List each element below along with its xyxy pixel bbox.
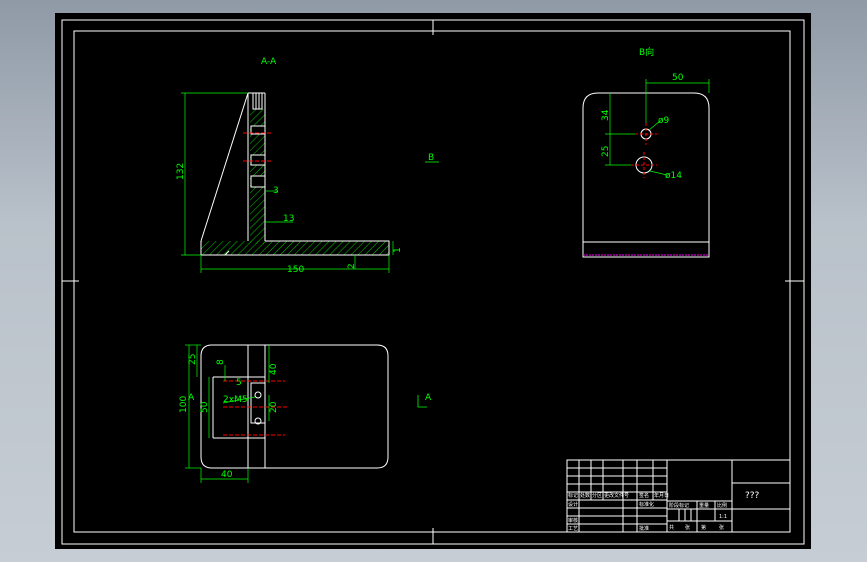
dim-50: 50: [672, 73, 684, 83]
dim-34: 34: [601, 109, 611, 121]
thread-label: 2xM5: [223, 395, 248, 405]
b-marker-label: B: [428, 153, 434, 163]
tb-scale: 1:1: [719, 514, 727, 520]
tb-title: ???: [745, 491, 760, 501]
dim-3: 3: [273, 186, 279, 196]
rib-line: [200, 92, 249, 242]
tb-stage: 阶段标记: [669, 502, 689, 509]
section-view: A-A 132 150 3 13 2 1: [176, 57, 403, 275]
tb-approve: 批准: [639, 525, 649, 532]
tb-sheet: 张: [719, 524, 724, 531]
hole-large-label: ø14: [665, 171, 682, 181]
a-marker-left: A: [188, 393, 195, 403]
dim-13: 13: [283, 214, 294, 224]
tb-zone: 分区: [592, 492, 602, 499]
view-b: B向 50 34 25 ø9 ø14: [582, 46, 710, 258]
tb-standard: 标准化: [639, 501, 654, 508]
drawing-canvas: A-A 132 150 3 13 2 1 B B向 50 34 25 ø9 ø1…: [55, 13, 811, 549]
dim-length: 150: [287, 265, 304, 275]
tb-scale-label: 比例: [717, 502, 727, 509]
tb-doc: 更改文件号: [604, 492, 629, 499]
tb-no: 第: [701, 524, 706, 531]
a-marker: A: [417, 393, 432, 408]
dim-20: 20: [269, 401, 279, 413]
dim-2: 2: [347, 263, 357, 269]
base-hatch: [201, 241, 389, 255]
tb-sheets: 张: [685, 524, 690, 531]
hole-cut-2: [250, 154, 266, 166]
title-block: ??? 标记 处数 分区 更改文件号 签名 年月日 设计 标准化 审核 工艺 批…: [566, 459, 791, 533]
dim-8: 8: [216, 359, 226, 365]
thread-hole-1: [254, 391, 262, 399]
section-label: A-A: [261, 57, 277, 67]
dim-50-tv: 50: [200, 401, 210, 413]
view-b-label: B向: [639, 46, 654, 58]
tb-review: 审核: [568, 517, 578, 524]
tb-process: 工艺: [568, 526, 578, 532]
tb-total: 共: [669, 524, 674, 531]
dim-25: 25: [601, 146, 611, 157]
a-marker-label: A: [425, 393, 432, 403]
dim-1: 1: [393, 247, 403, 253]
web-cap: [252, 92, 263, 110]
dim-40-bottom: 40: [221, 470, 233, 480]
top-view: 100 A 25 8 50 40 20 5 2xM5 40: [179, 344, 389, 483]
tb-sign: 签名: [639, 492, 649, 499]
cad-drawing: A-A 132 150 3 13 2 1 B B向 50 34 25 ø9 ø1…: [61, 19, 805, 545]
tb-mark: 标记: [568, 492, 578, 499]
hole-small-label: ø9: [658, 116, 670, 126]
dim-height: 132: [176, 163, 186, 180]
dim-5: 5: [236, 378, 242, 388]
b-marker: B: [425, 153, 439, 163]
tb-count: 处数: [580, 492, 590, 499]
slot: [250, 382, 266, 424]
dim-25-tv: 25: [188, 354, 198, 365]
tb-design: 设计: [568, 501, 578, 508]
dim-40-right: 40: [269, 363, 279, 375]
tb-weight: 重量: [699, 502, 709, 509]
tb-date: 年月日: [654, 492, 669, 499]
hole-cut-3: [250, 175, 266, 188]
sheet-border-outer: [61, 19, 805, 545]
sheet-border-inner: [73, 30, 791, 533]
